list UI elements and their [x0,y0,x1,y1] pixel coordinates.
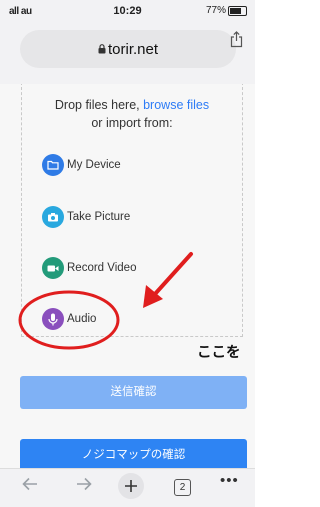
browse-files-link[interactable]: browse files [143,98,209,112]
browser-toolbar: 2 ••• [0,468,255,507]
map-confirm-button[interactable]: ノジコマップの確認 [20,439,247,468]
browser-header: torir.net [0,22,255,84]
source-record-video[interactable]: Record Video [42,257,136,279]
drop-text: Drop files here, [54,98,144,112]
page-content: Drop files here, browse files or import … [0,84,255,468]
lock-icon [98,44,106,54]
battery-percent: 77% [205,5,226,16]
camera-icon [42,206,64,228]
source-take-picture[interactable]: Take Picture [42,206,130,228]
import-text: or import from: [91,116,173,130]
video-camera-icon [42,257,64,279]
battery-icon [228,5,247,16]
file-drop-zone[interactable]: Drop files here, browse files or import … [21,84,243,337]
address-bar[interactable]: torir.net [20,30,236,68]
source-audio[interactable]: Audio [42,308,96,330]
source-label: Take Picture [67,211,131,223]
back-arrow-icon[interactable] [22,476,38,496]
new-tab-button[interactable] [118,473,144,499]
send-confirm-button[interactable]: 送信確認 [20,376,247,409]
status-bar: all au 10:29 77% [0,0,255,22]
forward-arrow-icon[interactable] [76,476,92,496]
source-my-device[interactable]: My Device [42,154,121,176]
source-label: Audio [67,313,97,325]
url-text: torir.net [107,41,159,58]
more-options-icon[interactable]: ••• [220,472,239,489]
battery-indicator: 77% [206,5,247,16]
url-display: torir.net [20,41,236,58]
source-label: Record Video [67,262,137,274]
drop-instructions: Drop files here, browse files or import … [22,96,242,132]
share-icon[interactable] [230,31,243,52]
source-label: My Device [67,159,121,171]
plus-icon [125,480,137,492]
folder-icon [42,154,64,176]
microphone-icon [42,308,64,330]
tab-count-button[interactable]: 2 [174,479,191,496]
annotation-text: ここを [197,345,241,361]
